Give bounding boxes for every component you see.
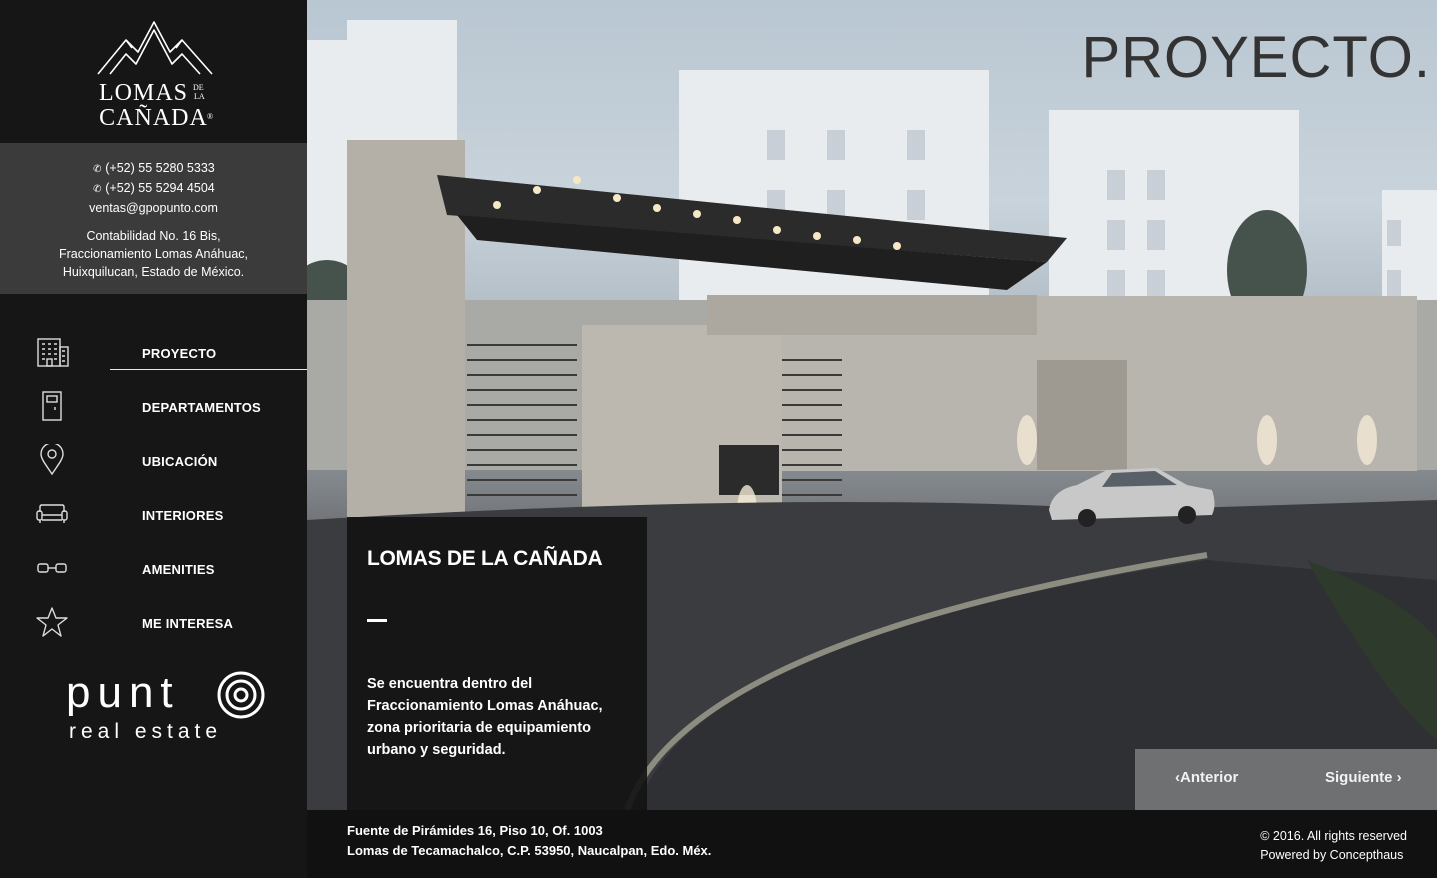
star-icon xyxy=(36,607,68,637)
phone-number-2: (+52) 55 5294 4504 xyxy=(105,181,215,195)
powered-by-link[interactable]: Powered by Concepthaus xyxy=(1260,846,1407,865)
sidebar: LOMAS DE LA CAÑADA ® ✆ (+52) 55 5280 5333… xyxy=(0,0,307,878)
brand-logo-la: LA xyxy=(194,92,205,101)
brand-logo[interactable]: LOMAS DE LA CAÑADA ® xyxy=(0,0,307,143)
address-line-3: Huixquilucan, Estado de México. xyxy=(62,265,245,279)
brand-logo-line1: LOMAS xyxy=(98,80,188,106)
nav-label-departamentos: DEPARTAMENTOS xyxy=(142,400,261,415)
footer-address-line-1: Fuente de Pirámides 16, Piso 10, Of. 100… xyxy=(347,823,603,838)
email-link[interactable]: ventas@gpopunto.com xyxy=(0,199,307,217)
slide-pager: ‹Anterior Siguiente › xyxy=(1135,749,1437,810)
footer-address-line-2: Lomas de Tecamachalco, C.P. 53950, Nauca… xyxy=(347,843,712,858)
glasses-icon xyxy=(37,563,67,573)
project-info-card: LOMAS DE LA CAÑADA Se encuentra dentro d… xyxy=(347,517,647,810)
phone-line-2[interactable]: ✆ (+52) 55 5294 4504 xyxy=(0,179,307,199)
brand-logo-mark: ® xyxy=(207,112,214,121)
partner-tagline: real estate xyxy=(69,720,223,743)
phone-icon: ✆ xyxy=(93,184,102,195)
previous-button[interactable]: ‹Anterior xyxy=(1175,769,1238,786)
nav-item-ubicacion[interactable]: UBICACIÓN xyxy=(0,434,307,488)
nav-item-proyecto[interactable]: PROYECTO xyxy=(0,326,307,380)
next-button[interactable]: Siguiente › xyxy=(1325,769,1402,786)
phone-line-1[interactable]: ✆ (+52) 55 5280 5333 xyxy=(0,159,307,179)
partner-logo[interactable]: punt real estate xyxy=(60,668,280,748)
nav-item-interiores[interactable]: INTERIORES xyxy=(0,488,307,542)
next-label: Siguiente xyxy=(1325,769,1393,786)
project-description: Se encuentra dentro del Fraccionamiento … xyxy=(367,676,603,758)
copyright-text: © 2016. All rights reserved xyxy=(1260,829,1407,843)
project-title: LOMAS DE LA CAÑADA xyxy=(367,547,603,570)
page-heading: PROYECTO. xyxy=(1081,25,1431,90)
spiral-logo-icon xyxy=(217,671,265,719)
address-line-1: Contabilidad No. 16 Bis, xyxy=(86,229,221,243)
address-line-2: Fraccionamiento Lomas Anáhuac, xyxy=(59,247,248,261)
footer: Fuente de Pirámides 16, Piso 10, Of. 100… xyxy=(307,810,1437,878)
phone-number-1: (+52) 55 5280 5333 xyxy=(105,161,215,175)
chevron-right-icon: › xyxy=(1392,769,1402,786)
nav-label-interiores: INTERIORES xyxy=(142,508,224,523)
partner-name: punt xyxy=(66,668,180,717)
brand-logo-line2: CAÑADA xyxy=(99,105,208,131)
sofa-icon xyxy=(36,504,68,523)
nav-label-ubicacion: UBICACIÓN xyxy=(142,454,218,469)
brand-logo-de: DE xyxy=(193,83,204,92)
nav-item-me-interesa[interactable]: ME INTERESA xyxy=(0,596,307,650)
footer-credits: © 2016. All rights reserved Powered by C… xyxy=(1260,827,1407,865)
contact-panel: ✆ (+52) 55 5280 5333 ✆ (+52) 55 5294 4504 … xyxy=(0,143,307,294)
phone-icon: ✆ xyxy=(93,164,102,175)
nav-label-amenities: AMENITIES xyxy=(142,562,215,577)
footer-address: Fuente de Pirámides 16, Piso 10, Of. 100… xyxy=(347,821,711,861)
office-address: Contabilidad No. 16 Bis, Fraccionamiento… xyxy=(0,227,307,281)
active-underline xyxy=(110,369,307,370)
nav-item-amenities[interactable]: AMENITIES xyxy=(0,542,307,596)
title-divider xyxy=(367,619,387,622)
map-pin-icon xyxy=(40,444,64,476)
building-icon xyxy=(37,338,69,367)
nav-label-me-interesa: ME INTERESA xyxy=(142,616,234,631)
door-icon xyxy=(42,391,62,421)
previous-label: Anterior xyxy=(1180,769,1239,786)
nav-item-departamentos[interactable]: DEPARTAMENTOS xyxy=(0,380,307,434)
mountain-logo-icon xyxy=(97,21,213,75)
nav-label-proyecto: PROYECTO xyxy=(142,346,217,361)
